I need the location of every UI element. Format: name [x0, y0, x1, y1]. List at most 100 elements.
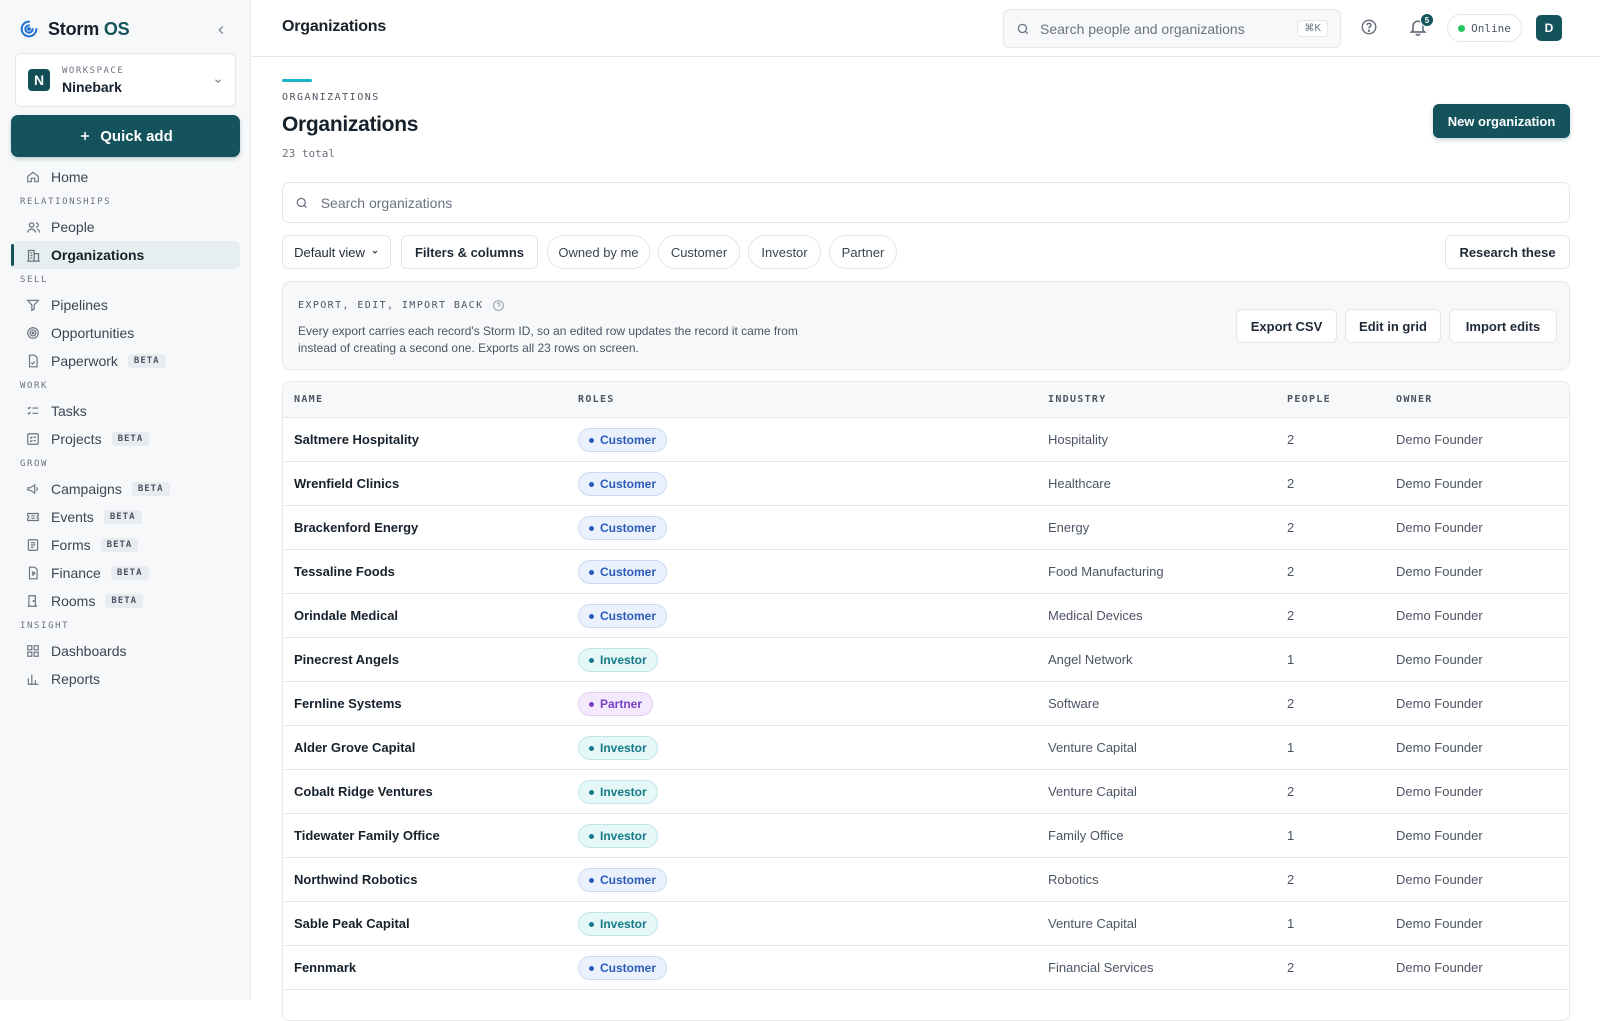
workspace-switcher[interactable]: N WORKSPACE Ninebark — [15, 53, 236, 107]
workspace-avatar: N — [28, 69, 50, 91]
org-name[interactable]: Alder Grove Capital — [294, 740, 415, 755]
org-name[interactable]: Pinecrest Angels — [294, 652, 399, 667]
table-row[interactable]: Tessaline Foods Customer Food Manufacturin… — [283, 550, 1569, 594]
collapse-sidebar-button[interactable] — [211, 20, 231, 40]
topbar-title: Organizations — [282, 18, 387, 35]
table-row[interactable]: Cobalt Ridge Ventures Investor Venture Cap… — [283, 770, 1569, 814]
column-header-name[interactable]: NAME — [294, 394, 323, 405]
table-header: NAME ROLES INDUSTRY PEOPLE OWNER — [283, 382, 1569, 418]
help-button[interactable] — [1360, 18, 1380, 38]
user-avatar[interactable]: D — [1536, 15, 1562, 41]
role-dot — [589, 525, 594, 531]
org-name[interactable]: Tessaline Foods — [294, 564, 395, 579]
org-name[interactable]: Wrenfield Clinics — [294, 476, 399, 491]
sidebar-item-label: Events — [51, 509, 94, 525]
beta-badge: BETA — [110, 566, 149, 580]
sidebar-item-label: Reports — [51, 671, 101, 687]
sidebar-item-forms[interactable]: Forms BETA — [11, 531, 240, 559]
industry-cell: Family Office — [1048, 828, 1124, 843]
sidebar-item-paperwork[interactable]: Paperwork BETA — [11, 347, 240, 375]
sidebar-item-dashboards[interactable]: Dashboards — [11, 637, 240, 665]
table-row[interactable]: Northwind Robotics Customer Robotics 2 Demo … — [283, 858, 1569, 902]
table-row[interactable]: Pinecrest Angels Investor Angel Network 1 De… — [283, 638, 1569, 682]
sidebar-item-finance[interactable]: Finance BETA — [11, 559, 240, 587]
org-name[interactable]: Brackenford Energy — [294, 520, 418, 535]
role-badge: Customer — [578, 516, 668, 540]
workspace-label: WORKSPACE — [62, 65, 125, 76]
new-organization-button[interactable]: New organization — [1433, 104, 1570, 138]
org-name[interactable]: Northwind Robotics — [294, 872, 418, 887]
chip-owned-by-me[interactable]: Owned by me — [547, 235, 650, 269]
sidebar-item-events[interactable]: Events BETA — [11, 503, 240, 531]
export-csv-button[interactable]: Export CSV — [1236, 309, 1337, 343]
view-selector[interactable]: Default view — [282, 235, 391, 269]
org-name[interactable]: Tidewater Family Office — [294, 828, 440, 843]
checklist-icon — [25, 403, 41, 419]
organization-search-input[interactable] — [320, 194, 1557, 211]
sidebar-item-projects[interactable]: Projects BETA — [11, 425, 240, 453]
org-name[interactable]: Orindale Medical — [294, 608, 398, 623]
table-row[interactable]: Wrenfield Clinics Customer Healthcare 2 Demo… — [283, 462, 1569, 506]
owner-cell: Demo Founder — [1396, 520, 1483, 535]
filters-columns-button[interactable]: Filters & columns — [401, 235, 538, 269]
role-dot — [589, 833, 594, 839]
table-row[interactable]: Brackenford Energy Customer Energy 2 Demo Fo… — [283, 506, 1569, 550]
column-header-owner[interactable]: OWNER — [1396, 394, 1433, 405]
role-dot — [589, 437, 594, 443]
role-label: Investor — [600, 829, 647, 843]
table-row[interactable]: Fennmark Customer Financial Services 2 Demo … — [283, 946, 1569, 990]
owner-cell: Demo Founder — [1396, 696, 1483, 711]
role-label: Customer — [600, 433, 657, 447]
status-pill[interactable]: Online — [1447, 14, 1522, 42]
table-row[interactable]: Sable Peak Capital Investor Venture Capita… — [283, 902, 1569, 946]
column-header-roles[interactable]: ROLES — [578, 394, 615, 405]
role-dot — [589, 789, 594, 795]
table-row[interactable]: Saltmere Hospitality Customer Hospitality 2… — [283, 418, 1569, 462]
owner-cell: Demo Founder — [1396, 652, 1483, 667]
brand[interactable]: Storm OS — [18, 18, 130, 40]
table-row[interactable]: Tidewater Family Office Investor Family Of… — [283, 814, 1569, 858]
people-icon — [25, 219, 41, 235]
board-icon — [25, 431, 41, 447]
role-label: Customer — [600, 565, 657, 579]
sidebar-item-reports[interactable]: Reports — [11, 665, 240, 693]
table-row[interactable]: Alder Grove Capital Investor Venture Capit… — [283, 726, 1569, 770]
org-name[interactable]: Saltmere Hospitality — [294, 432, 419, 447]
column-header-people[interactable]: PEOPLE — [1287, 394, 1331, 405]
org-name[interactable]: Cobalt Ridge Ventures — [294, 784, 433, 799]
role-label: Investor — [600, 741, 647, 755]
industry-cell: Financial Services — [1048, 960, 1154, 975]
sidebar-item-people[interactable]: People — [11, 213, 240, 241]
table-row[interactable]: Orindale Medical Customer Medical Devices 2… — [283, 594, 1569, 638]
sidebar-item-home[interactable]: Home — [11, 163, 240, 191]
export-panel-title: EXPORT, EDIT, IMPORT BACK — [298, 299, 505, 312]
page-title: Organizations — [282, 113, 419, 136]
org-name[interactable]: Fennmark — [294, 960, 356, 975]
chip-customer[interactable]: Customer — [658, 235, 740, 269]
owner-cell: Demo Founder — [1396, 872, 1483, 887]
global-search[interactable]: Search people and organizations ⌘K — [1003, 9, 1341, 48]
sidebar-item-tasks[interactable]: Tasks — [11, 397, 240, 425]
role-label: Investor — [600, 785, 647, 799]
role-dot — [589, 657, 594, 663]
sidebar-item-organizations[interactable]: Organizations — [11, 241, 240, 269]
industry-cell: Hospitality — [1048, 432, 1108, 447]
help-icon[interactable] — [492, 299, 505, 312]
sidebar-item-label: Projects — [51, 431, 102, 447]
sidebar-item-rooms[interactable]: Rooms BETA — [11, 587, 240, 615]
chip-investor[interactable]: Investor — [748, 235, 821, 269]
column-header-industry[interactable]: INDUSTRY — [1048, 394, 1107, 405]
org-name[interactable]: Sable Peak Capital — [294, 916, 410, 931]
quick-add-button[interactable]: Quick add — [11, 115, 240, 157]
table-row[interactable]: Fernline Systems Partner Software 2 Demo Fou… — [283, 682, 1569, 726]
edit-in-grid-button[interactable]: Edit in grid — [1345, 309, 1441, 343]
import-edits-button[interactable]: Import edits — [1449, 309, 1557, 343]
research-these-button[interactable]: Research these — [1445, 235, 1570, 269]
chip-partner[interactable]: Partner — [829, 235, 897, 269]
industry-cell: Venture Capital — [1048, 740, 1137, 755]
org-name[interactable]: Fernline Systems — [294, 696, 402, 711]
sidebar-item-campaigns[interactable]: Campaigns BETA — [11, 475, 240, 503]
sidebar-item-pipelines[interactable]: Pipelines — [11, 291, 240, 319]
owner-cell: Demo Founder — [1396, 916, 1483, 931]
sidebar-item-opportunities[interactable]: Opportunities — [11, 319, 240, 347]
